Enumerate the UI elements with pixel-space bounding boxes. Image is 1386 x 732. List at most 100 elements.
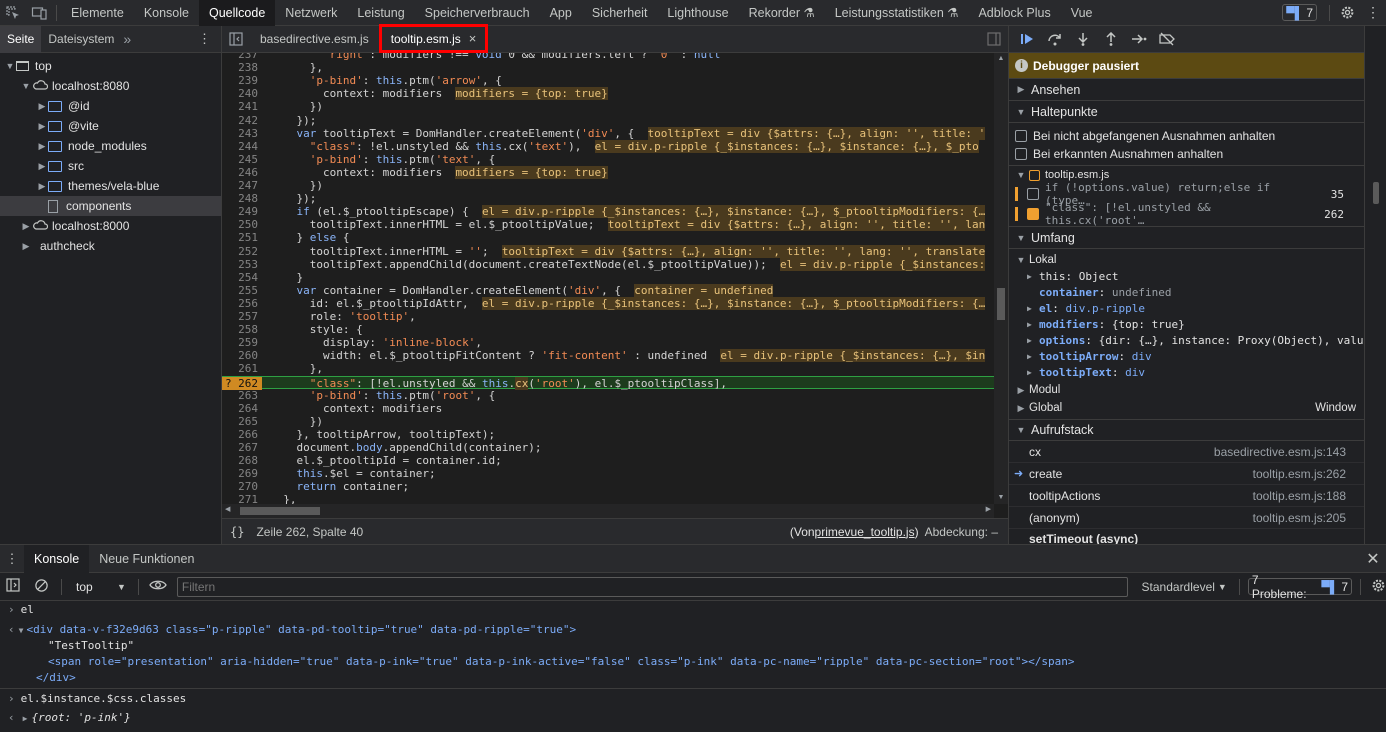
line-number[interactable]: 239 xyxy=(222,74,262,87)
more-options-icon[interactable]: ⋮ xyxy=(198,31,221,47)
section-callstack[interactable]: ▼ Aufrufstack xyxy=(1009,419,1364,441)
code-line[interactable]: 258 style: { xyxy=(222,323,994,336)
tree-item[interactable]: ▶ node_modules xyxy=(0,136,221,156)
code-line[interactable]: 253 tooltipText.appendChild(document.cre… xyxy=(222,257,994,271)
step-out-icon[interactable] xyxy=(1099,28,1123,50)
tree-item[interactable]: ▶ @id xyxy=(0,96,221,116)
device-toolbar-icon[interactable] xyxy=(26,0,52,26)
resume-icon[interactable] xyxy=(1015,28,1039,50)
code-line[interactable]: 271 }, xyxy=(222,493,994,504)
scroll-right-icon[interactable]: ▶ xyxy=(986,505,991,513)
code-line[interactable]: 261 }, xyxy=(222,362,994,375)
code-line[interactable]: 244 "class": !el.unstyled && this.cx('te… xyxy=(222,139,994,153)
settings-gear-icon[interactable] xyxy=(1334,0,1360,26)
close-tab-icon[interactable]: × xyxy=(469,31,477,46)
panel-tab[interactable]: Quellcode xyxy=(199,0,276,26)
more-options-icon[interactable]: ⋮ xyxy=(1360,0,1386,26)
toggle-navigator-icon[interactable] xyxy=(222,32,250,46)
scroll-up-icon[interactable]: ▲ xyxy=(994,53,1008,65)
line-number[interactable]: 263 xyxy=(222,389,262,402)
code-line[interactable]: 255 var container = DomHandler.createEle… xyxy=(222,283,994,297)
code-line[interactable]: 260 width: el.$_ptooltipFitContent ? 'fi… xyxy=(222,349,994,363)
tree-item[interactable]: ▼ top xyxy=(0,56,221,76)
code-line[interactable]: 249 if (el.$_ptooltipEscape) { el = div.… xyxy=(222,205,994,219)
code-line[interactable]: 268 el.$_ptooltipId = container.id; xyxy=(222,454,994,467)
callstack-frame[interactable]: tooltipActions tooltip.esm.js:188 xyxy=(1009,485,1364,507)
pause-caught-option[interactable]: Bei erkannten Ausnahmen anhalten xyxy=(1009,145,1364,163)
section-watch[interactable]: ▶ Ansehen xyxy=(1009,79,1364,101)
tree-item[interactable]: components xyxy=(0,196,221,216)
scroll-thumb[interactable] xyxy=(1373,182,1379,204)
line-number[interactable]: 246 xyxy=(222,166,262,179)
code-line[interactable]: 241 }) xyxy=(222,100,994,113)
line-number[interactable]: 243 xyxy=(222,127,262,140)
code-line[interactable]: 237 'right': modifiers !== void 0 && mod… xyxy=(222,53,994,61)
step-over-icon[interactable] xyxy=(1043,28,1067,50)
panel-tab[interactable]: Elemente xyxy=(61,0,134,26)
scroll-thumb[interactable] xyxy=(997,288,1005,320)
panel-tab[interactable]: App xyxy=(540,0,582,26)
line-number[interactable]: 250 xyxy=(222,218,262,231)
code-line[interactable]: 257 role: 'tooltip', xyxy=(222,310,994,323)
tree-item[interactable]: ▶ src xyxy=(0,156,221,176)
frame-location[interactable]: tooltip.esm.js:188 xyxy=(1253,489,1346,503)
code-line[interactable]: 247 }) xyxy=(222,179,994,192)
console-result-line[interactable]: ‹ ▶ {root: 'p-ink'} xyxy=(0,710,1386,727)
line-number[interactable]: 248 xyxy=(222,192,262,205)
pretty-print-icon[interactable]: {} xyxy=(230,525,244,539)
line-number[interactable]: 255 xyxy=(222,284,262,297)
tab-seite[interactable]: Seite xyxy=(0,25,42,53)
frame-location[interactable]: tooltip.esm.js:205 xyxy=(1253,511,1346,525)
callstack-frame[interactable]: ➜ create tooltip.esm.js:262 xyxy=(1009,463,1364,485)
toggle-debugger-icon[interactable] xyxy=(980,32,1008,46)
line-number[interactable]: 259 xyxy=(222,336,262,349)
panel-tab[interactable]: Leistungsstatistiken ⚗ xyxy=(825,0,969,26)
horizontal-scrollbar[interactable]: ◀ ▶ xyxy=(222,504,994,518)
line-number[interactable]: 241 xyxy=(222,100,262,113)
line-number[interactable]: 261 xyxy=(222,362,262,375)
line-number[interactable]: 266 xyxy=(222,428,262,441)
drawer-tab-konsole[interactable]: Konsole xyxy=(24,544,90,573)
code-line[interactable]: 242 }); xyxy=(222,114,994,127)
code-line[interactable]: 240 context: modifiers modifiers = {top:… xyxy=(222,87,994,101)
pause-uncaught-option[interactable]: Bei nicht abgefangenen Ausnahmen anhalte… xyxy=(1009,127,1364,145)
clear-console-icon[interactable] xyxy=(34,578,49,596)
panel-tab[interactable]: Netzwerk xyxy=(275,0,347,26)
callstack-frame[interactable]: cx basedirective.esm.js:143 xyxy=(1009,441,1364,463)
current-execution-line[interactable]: ? 262 "class": [!el.unstyled && this.cx('… xyxy=(222,375,994,390)
line-number[interactable]: 265 xyxy=(222,415,262,428)
line-number[interactable]: 267 xyxy=(222,441,262,454)
file-tab-basedirective[interactable]: basedirective.esm.js xyxy=(250,26,379,53)
issues-badge[interactable]: ▀▌ 7 xyxy=(1282,4,1317,21)
dom-element-open[interactable]: <div data-v-f32e9d63 class="p-ripple" da… xyxy=(26,623,576,636)
console-result-line[interactable]: <span role="presentation" aria-hidden="t… xyxy=(0,654,1386,670)
line-number[interactable]: 249 xyxy=(222,205,262,218)
code-line[interactable]: 269 this.$el = container; xyxy=(222,467,994,480)
deactivate-breakpoints-icon[interactable] xyxy=(1155,28,1179,50)
live-expression-eye-icon[interactable] xyxy=(149,579,167,594)
line-number[interactable]: 256 xyxy=(222,297,262,310)
tree-item[interactable]: ▶ @vite xyxy=(0,116,221,136)
breakpoint-item[interactable]: "class": [!el.unstyled && this.cx('root'… xyxy=(1009,201,1364,227)
panel-tab[interactable]: Leistung xyxy=(347,0,414,26)
code-line[interactable]: 256 id: el.$_ptooltipIdAttr, el = div.p-… xyxy=(222,296,994,310)
callstack-frame[interactable]: (anonym) tooltip.esm.js:205 xyxy=(1009,507,1364,529)
line-number[interactable]: 257 xyxy=(222,310,262,323)
code-line[interactable]: 263 'p-bind': this.ptm('root', { xyxy=(222,389,994,402)
inspect-element-icon[interactable] xyxy=(0,0,26,26)
console-filter-input[interactable] xyxy=(176,576,1128,597)
code-line[interactable]: 252 tooltipText.innerHTML = ''; tooltipT… xyxy=(222,244,994,258)
scope-variable[interactable]: ▶ modifiers: {top: true} xyxy=(1015,316,1364,332)
panel-tab[interactable]: Rekorder ⚗ xyxy=(739,0,825,26)
scope-variable[interactable]: container: undefined xyxy=(1015,284,1364,300)
line-number[interactable]: 270 xyxy=(222,480,262,493)
context-select[interactable]: top ▼ xyxy=(76,580,126,594)
line-number[interactable]: 251 xyxy=(222,231,262,244)
sidebar-scrollbar[interactable] xyxy=(1364,26,1386,544)
scope-variable[interactable]: ▶ options: {dir: {…}, instance: Proxy(Obj… xyxy=(1015,332,1364,348)
tree-item[interactable]: ▼ localhost:8080 xyxy=(0,76,221,96)
scroll-down-icon[interactable]: ▼ xyxy=(994,492,1008,504)
checkbox[interactable] xyxy=(1015,148,1027,160)
panel-tab[interactable]: Vue xyxy=(1061,0,1103,26)
line-number[interactable]: 253 xyxy=(222,258,262,271)
